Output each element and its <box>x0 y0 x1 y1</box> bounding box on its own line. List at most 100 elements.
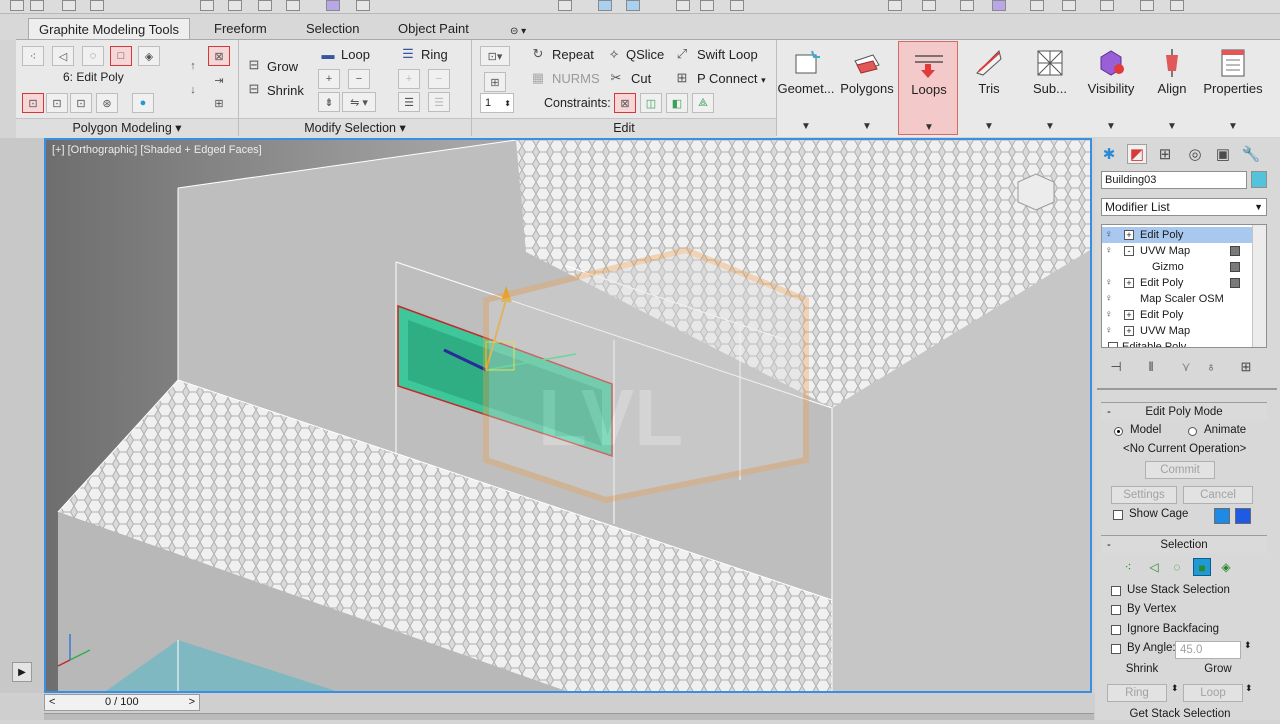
loop-mode-icon[interactable]: ⇟ <box>318 92 340 112</box>
nurms-icon[interactable]: ▦ <box>530 70 546 86</box>
element-icon[interactable]: ◈ <box>138 46 160 66</box>
select-object-icon[interactable] <box>200 0 214 11</box>
cancel-button[interactable]: Cancel <box>1183 486 1253 504</box>
display-tab-icon[interactable]: ▣ <box>1213 144 1233 164</box>
use-stack-selection-checkbox[interactable] <box>1111 586 1121 596</box>
border-icon[interactable]: ◌ <box>82 46 104 66</box>
edge-select-icon[interactable]: ◁ <box>1145 558 1163 576</box>
create-tab-icon[interactable]: ✱ <box>1099 144 1119 164</box>
soft-selection-icon[interactable]: ● <box>132 93 154 113</box>
expand-icon[interactable]: + <box>1124 278 1134 288</box>
subobject-icon[interactable]: ⊡ <box>70 93 92 113</box>
constraint-none-icon[interactable]: ⊠ <box>614 93 636 113</box>
polygon-modeling-panel-label[interactable]: Polygon Modeling ▾ <box>16 119 238 137</box>
stack-down-icon[interactable]: ↓ <box>182 80 204 100</box>
cage-color-swatch[interactable] <box>1214 508 1230 524</box>
loop-options-dropdown[interactable]: ⇋ ▾ <box>342 92 376 112</box>
model-radio[interactable] <box>1114 427 1123 436</box>
loop-button[interactable]: Loop <box>341 47 370 62</box>
link-icon[interactable] <box>62 0 76 11</box>
loop-spinner-icon[interactable]: ⬍ <box>1245 683 1253 694</box>
render-icon[interactable] <box>1170 0 1184 11</box>
snap-icon[interactable] <box>598 0 612 11</box>
constraint-face-icon[interactable]: ◧ <box>666 93 688 113</box>
show-end-result-icon[interactable]: ǁ <box>1140 358 1162 376</box>
scene-canvas[interactable]: LVL <box>46 140 1090 691</box>
selection-header[interactable]: - Selection <box>1101 535 1267 553</box>
slider-right-icon[interactable]: > <box>189 696 195 708</box>
expand-icon[interactable]: + <box>1124 310 1134 320</box>
grow-button[interactable]: Grow <box>1183 661 1253 679</box>
scale-icon[interactable] <box>558 0 572 11</box>
angle-spinner-icon[interactable]: ⬍ <box>1244 640 1252 651</box>
polygon-select-icon[interactable]: ■ <box>1193 558 1211 576</box>
stack-item-edit-poly[interactable]: ♀ + Edit Poly <box>1102 227 1252 243</box>
shrink-button[interactable]: Shrink <box>267 83 304 98</box>
utilities-tab-icon[interactable]: 🔧 <box>1241 144 1261 164</box>
time-track[interactable] <box>44 713 1094 720</box>
remove-modifier-icon[interactable]: ⊞ <box>208 93 230 113</box>
align-icon[interactable] <box>922 0 936 11</box>
shrink-button[interactable]: Shrink <box>1107 661 1177 679</box>
unlink-icon[interactable] <box>90 0 104 11</box>
repeat-icon[interactable]: ↻ <box>530 46 546 62</box>
vertex-select-icon[interactable]: ⁖ <box>1119 558 1137 576</box>
remove-modifier-icon[interactable]: ♁ <box>1200 358 1222 376</box>
undo-icon[interactable] <box>10 0 24 11</box>
ring-button[interactable]: Ring <box>421 47 448 62</box>
border-select-icon[interactable]: ◌ <box>1168 558 1186 576</box>
edit-spinner[interactable]: 1 ⬍ <box>480 93 514 113</box>
p-connect-icon[interactable]: ⊞ <box>674 70 690 86</box>
stack-item-uvw-map[interactable]: ♀ - UVW Map <box>1102 243 1252 259</box>
multi-icon[interactable]: ⊛ <box>96 93 118 113</box>
schematic-icon[interactable] <box>1030 0 1044 11</box>
element-select-icon[interactable]: ◈ <box>1217 558 1235 576</box>
material-editor-icon[interactable] <box>1062 0 1076 11</box>
viewport-orthographic[interactable]: LVL [+] [Orthographic] [Shaded + Edged F… <box>44 138 1092 693</box>
stack-item-uvw-map[interactable]: ♀ + UVW Map <box>1102 323 1252 339</box>
hierarchy-tab-icon[interactable]: ⊞ <box>1155 144 1175 164</box>
modify-tab-icon[interactable]: ◩ <box>1127 144 1147 164</box>
tab-graphite-modeling-tools[interactable]: Graphite Modeling Tools <box>28 18 190 40</box>
rendered-frame-icon[interactable] <box>1140 0 1154 11</box>
motion-tab-icon[interactable]: ◎ <box>1185 144 1205 164</box>
ring-icon[interactable]: ☰ <box>400 46 416 62</box>
nurms-button[interactable]: NURMS <box>552 71 600 86</box>
object-color-swatch[interactable] <box>1251 171 1267 188</box>
view-cube[interactable] <box>1017 173 1055 211</box>
move-icon[interactable] <box>326 0 340 11</box>
modifier-toggle[interactable] <box>1230 246 1240 256</box>
ring-mode-icon[interactable]: ☰ <box>398 92 420 112</box>
lightbulb-icon[interactable]: ♀ <box>1105 277 1115 289</box>
loops-button[interactable]: Loops ▼ <box>898 41 958 135</box>
visibility-button[interactable]: Visibility ▼ <box>1081 41 1141 135</box>
viewport-label[interactable]: [+] [Orthographic] [Shaded + Edged Faces… <box>52 144 262 156</box>
repeat-button[interactable]: Repeat <box>552 47 594 62</box>
percent-snap-icon[interactable] <box>676 0 690 11</box>
qslice-icon[interactable]: ⟡ <box>606 46 622 62</box>
mirror-icon[interactable] <box>888 0 902 11</box>
constraint-edge-icon[interactable]: ◫ <box>640 93 662 113</box>
named-sets-icon[interactable] <box>730 0 744 11</box>
constraint-normal-icon[interactable]: ⟁ <box>692 93 714 113</box>
select-by-name-icon[interactable] <box>228 0 242 11</box>
geometry-button[interactable]: Geomet... ▼ <box>776 41 836 135</box>
collapse-stack-icon[interactable]: ⇥ <box>208 70 230 90</box>
vertex-icon[interactable]: ⁖ <box>22 46 44 66</box>
qslice-button[interactable]: QSlice <box>626 47 664 62</box>
cage-selected-color-swatch[interactable] <box>1235 508 1251 524</box>
rect-select-icon[interactable] <box>258 0 272 11</box>
layer-icon[interactable] <box>960 0 974 11</box>
spinner-snap-icon[interactable] <box>700 0 714 11</box>
redo-icon[interactable] <box>30 0 44 11</box>
tab-object-paint[interactable]: Object Paint <box>388 18 479 40</box>
expand-icon[interactable]: + <box>1124 230 1134 240</box>
rotate-icon[interactable] <box>356 0 370 11</box>
stack-up-icon[interactable]: ↑ <box>182 56 204 76</box>
modifier-list-dropdown[interactable]: Modifier List ▼ <box>1101 198 1267 216</box>
stack-item-map-scaler[interactable]: ♀ Map Scaler OSM <box>1102 291 1252 307</box>
grow-loop-icon[interactable]: + <box>318 69 340 89</box>
modify-mode-icon[interactable]: ⊡ <box>22 93 44 113</box>
stack-item-edit-poly[interactable]: ♀ + Edit Poly <box>1102 307 1252 323</box>
subdivision-button[interactable]: Sub... ▼ <box>1020 41 1080 135</box>
